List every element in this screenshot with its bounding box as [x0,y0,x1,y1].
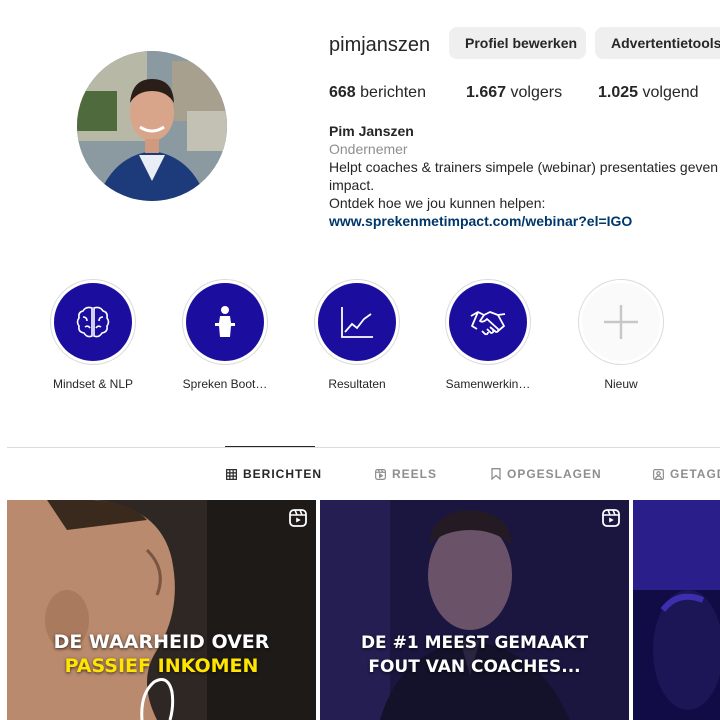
tab-tagged[interactable]: GETAGD [653,467,720,481]
posts-stat: 668 berichten [329,84,426,102]
highlight-label: Resultaten [328,377,386,391]
grid-icon [226,468,237,480]
highlight-samenwerking[interactable]: Samenwerkin… [428,279,548,391]
reels-icon [375,468,386,480]
tab-label: BERICHTEN [243,467,323,481]
tab-saved[interactable]: OPGESLAGEN [491,467,602,481]
active-tab-indicator [225,446,315,447]
posts-label: berichten [360,84,426,101]
reel-icon [289,509,307,527]
tabs-divider [7,447,720,448]
followers-label: volgers [510,84,563,101]
post-tile[interactable]: DE WAARHEID OVER PASSIEF INKOMEN [7,500,316,720]
bio-line: Helpt coaches & trainers simpele (webina… [329,159,720,175]
hand-gesture-icon [140,678,175,720]
profile-username: pimjanszen [329,34,431,56]
tagged-icon [653,468,664,480]
post-caption: DE WAARHEID OVER PASSIEF INKOMEN [7,630,316,678]
profile-bio: Pim Janszen Ondernemer Helpt coaches & t… [329,122,720,230]
highlight-resultaten[interactable]: Resultaten [297,279,417,391]
tab-label: OPGESLAGEN [507,467,602,481]
bookmark-icon [491,468,501,480]
highlight-new[interactable]: Nieuw [561,279,681,391]
ad-tools-button[interactable]: Advertentietools [595,27,720,59]
followers-count: 1.667 [466,84,507,101]
bio-link[interactable]: www.sprekenmetimpact.com/webinar?el=IGO [329,212,720,230]
bio-line: Ontdek hoe we jou kunnen helpen: [329,195,546,211]
highlight-label: Mindset & NLP [52,377,134,391]
caption-line: DE #1 MEEST GEMAAKT [360,633,589,653]
profile-avatar[interactable] [77,51,227,201]
caption-line: FOUT VAN COACHES... [368,657,581,677]
handshake-icon [470,311,506,336]
post-tile[interactable]: DE #1 MEEST GEMAAKT FOUT VAN COACHES... [320,500,629,720]
following-stat[interactable]: 1.025 volgend [598,84,699,102]
tab-label: GETAGD [670,467,720,481]
bio-name: Pim Janszen [329,123,414,139]
highlight-spreken-bootcamp[interactable]: Spreken Boot… [165,279,285,391]
posts-count: 668 [329,84,356,101]
tab-reels[interactable]: REELS [375,467,437,481]
highlight-label: Nieuw [604,377,638,391]
plus-icon [604,305,638,339]
highlight-mindset[interactable]: Mindset & NLP [33,279,153,391]
followers-stat[interactable]: 1.667 volgers [466,84,562,102]
bio-line: impact. [329,177,375,193]
post-tile[interactable] [633,500,720,720]
brain-icon [76,306,110,338]
growth-chart-icon [341,307,373,338]
tab-posts[interactable]: BERICHTEN [226,467,322,481]
following-label: volgend [642,84,699,101]
following-count: 1.025 [598,84,639,101]
highlight-label: Samenwerkin… [445,377,531,391]
reel-icon [602,509,620,527]
podium-speaker-icon [215,306,235,337]
edit-profile-button[interactable]: Profiel bewerken [449,27,586,59]
highlight-label: Spreken Boot… [182,377,268,391]
caption-line: DE WAARHEID OVER [53,631,270,653]
bio-category: Ondernemer [329,141,408,157]
tab-label: REELS [392,467,438,481]
post-caption: DE #1 MEEST GEMAAKT FOUT VAN COACHES... [320,631,629,679]
